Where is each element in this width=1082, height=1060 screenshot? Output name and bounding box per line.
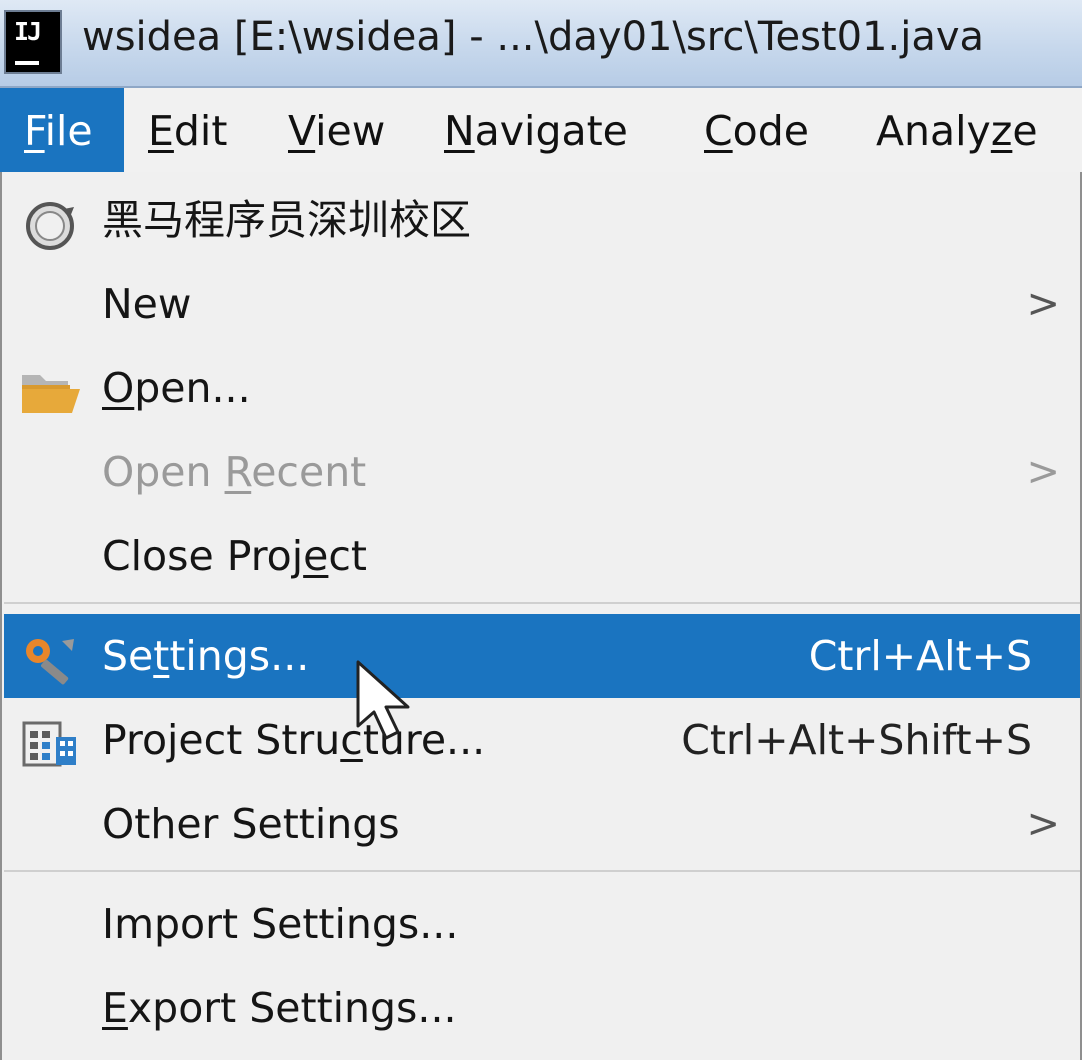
menu-label-post: avigate [474,107,628,155]
menu-label-post: dit [173,107,228,155]
circle-arrow-icon [18,195,82,250]
app-icon-underscore [15,61,39,65]
label-mnemonic: e [303,532,329,580]
menu-navigate[interactable]: Navigate [444,88,628,174]
menu-mnemonic: C [704,107,733,155]
menu-mnemonic: V [288,107,316,155]
label-pre: Project Stru [102,716,341,764]
menu-label-post: iew [315,107,386,155]
project-structure-icon [18,715,82,767]
menu-row-label: Other Settings [102,782,400,866]
label-post: tings... [169,632,310,680]
menu-view[interactable]: View [288,88,385,174]
window-title: wsidea [E:\wsidea] - ...\day01\src\Test0… [82,14,985,60]
menu-code[interactable]: Code [704,88,809,174]
menu-row-label: Project Structure... [102,698,485,782]
menu-label-post: ile [44,107,93,155]
menu-row-label: Import Settings... [102,882,458,966]
menu-mnemonic: z [990,107,1013,155]
menu-row-label: Export Settings... [102,966,457,1050]
folder-icon [18,363,82,415]
label-post: pen... [134,364,251,412]
label-pre: 黑马程序员深圳校区 [102,196,471,244]
menu-separator [4,870,1080,872]
menu-row-label: New [102,262,191,346]
menu-row-shortcut: Ctrl+Alt+Shift+S [681,716,1032,764]
menu-label-post: ode [732,107,809,155]
label-mnemonic: E [102,984,128,1032]
label-post: ct [328,532,368,580]
label-mnemonic: t [153,632,170,680]
menu-separator [4,602,1080,604]
menu-row-new[interactable]: New > [4,262,1080,346]
title-bar: IJ wsidea [E:\wsidea] - ...\day01\src\Te… [0,0,1082,88]
label-pre: New [102,280,192,328]
label-post: xport Settings... [127,984,457,1032]
menu-bar: File Edit View Navigate Code Analyze [0,88,1082,174]
menu-row-recent-project[interactable]: 黑马程序员深圳校区 [4,178,1080,262]
menu-row-close-project[interactable]: Close Project [4,514,1080,598]
menu-row-import-settings[interactable]: Import Settings... [4,882,1080,966]
menu-label-post: e [1012,107,1038,155]
app-icon-text: IJ [14,17,42,46]
menu-row-label: Settings... [102,614,309,698]
label-pre: Import Settings... [102,900,459,948]
menu-mnemonic: E [148,107,174,155]
menu-row-other-settings[interactable]: Other Settings > [4,782,1080,866]
menu-row-export-settings[interactable]: Export Settings... [4,966,1080,1050]
file-menu-dropdown: 黑马程序员深圳校区 New > Open... Open Recent > Cl… [0,172,1082,1060]
menu-mnemonic: N [444,107,475,155]
menu-edit[interactable]: Edit [148,88,227,174]
wrench-settings-icon [18,631,82,685]
submenu-chevron-icon: > [1026,449,1060,495]
label-pre: Se [102,632,154,680]
menu-row-shortcut: Ctrl+Alt+S [808,632,1032,680]
submenu-chevron-icon: > [1026,801,1060,847]
menu-label-pre: Analy [876,107,991,155]
label-mnemonic: R [224,448,252,496]
menu-file[interactable]: File [0,88,124,174]
intellij-app-icon[interactable]: IJ [4,10,62,74]
menu-row-settings[interactable]: Settings... Ctrl+Alt+S [4,614,1080,698]
menu-analyze[interactable]: Analyze [876,88,1038,174]
menu-row-label: Open Recent [102,430,366,514]
menu-row-label: 黑马程序员深圳校区 [102,178,471,262]
menu-row-label: Open... [102,346,251,430]
mouse-pointer-icon [356,660,410,740]
label-mnemonic: O [102,364,135,412]
submenu-chevron-icon: > [1026,281,1060,327]
menu-row-open[interactable]: Open... [4,346,1080,430]
label-pre: Other Settings [102,800,400,848]
label-pre: Close Proj [102,532,304,580]
menu-mnemonic: F [24,107,45,155]
menu-row-open-recent[interactable]: Open Recent > [4,430,1080,514]
label-post: ecent [251,448,367,496]
menu-row-project-structure[interactable]: Project Structure... Ctrl+Alt+Shift+S [4,698,1080,782]
label-pre: Open [102,448,225,496]
menu-row-label: Close Project [102,514,367,598]
